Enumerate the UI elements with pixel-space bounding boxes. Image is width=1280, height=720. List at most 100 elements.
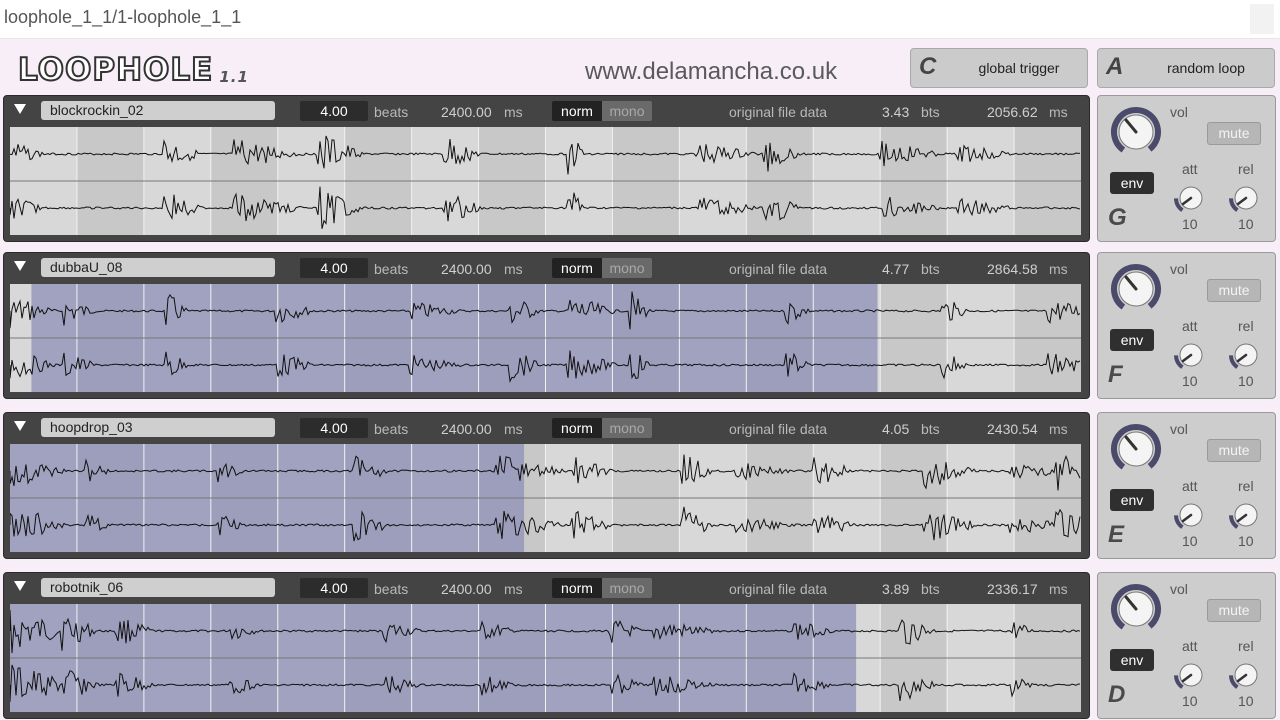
original-ms-value: 2864.58 — [987, 261, 1038, 277]
trigger-key: A — [1106, 53, 1124, 80]
att-value: 10 — [1182, 373, 1198, 389]
track-header: blockrockin_02 4.00 beats 2400.00 ms nor… — [4, 96, 1089, 126]
waveform-display[interactable] — [10, 284, 1081, 392]
vol-label: vol — [1170, 581, 1188, 597]
env-button[interactable]: env — [1110, 649, 1154, 671]
release-knob[interactable] — [1228, 180, 1264, 216]
original-ms-value: 2056.62 — [987, 104, 1038, 120]
release-knob[interactable] — [1228, 497, 1264, 533]
rel-label: rel — [1238, 161, 1254, 177]
window-titlebar: loophole_1_1/1-loophole_1_1 — [0, 0, 1280, 39]
mute-button[interactable]: mute — [1207, 279, 1261, 302]
duration-value: 2400.00 — [441, 104, 492, 120]
rel-value: 10 — [1238, 373, 1254, 389]
volume-knob[interactable] — [1108, 581, 1164, 637]
beats-number-box[interactable]: 4.00 — [300, 578, 368, 598]
att-value: 10 — [1182, 693, 1198, 709]
mono-toggle[interactable]: mono — [602, 418, 652, 438]
waveform-display[interactable] — [10, 127, 1081, 235]
track-controls-1: vol mute env G att rel 10 10 — [1097, 95, 1276, 242]
website-link[interactable]: www.delamancha.co.uk — [585, 58, 837, 86]
norm-toggle[interactable]: norm — [552, 418, 602, 438]
track-controls-4: vol mute env D att rel 10 10 — [1097, 572, 1276, 719]
env-button[interactable]: env — [1110, 329, 1154, 351]
file-menu-triangle-icon[interactable] — [14, 104, 26, 114]
window-control[interactable] — [1250, 4, 1274, 34]
volume-knob[interactable] — [1108, 261, 1164, 317]
original-file-label: original file data — [729, 104, 828, 120]
file-menu-triangle-icon[interactable] — [14, 581, 26, 591]
track-controls-2: vol mute env F att rel 10 10 — [1097, 252, 1276, 399]
att-label: att — [1182, 161, 1198, 177]
rel-value: 10 — [1238, 216, 1254, 232]
mono-toggle[interactable]: mono — [602, 101, 652, 121]
file-menu-triangle-icon[interactable] — [14, 261, 26, 271]
original-ms-value: 2336.17 — [987, 581, 1038, 597]
norm-toggle[interactable]: norm — [552, 258, 602, 278]
sample-name-field[interactable]: blockrockin_02 — [41, 101, 275, 120]
button-label: random loop — [1167, 60, 1245, 76]
att-value: 10 — [1182, 533, 1198, 549]
bts-label: bts — [921, 104, 940, 120]
waveform-svg — [10, 284, 1081, 392]
mono-toggle[interactable]: mono — [602, 578, 652, 598]
trigger-key-label: D — [1108, 681, 1126, 708]
ms-label: ms — [1049, 581, 1068, 597]
track-header: robotnik_06 4.00 beats 2400.00 ms norm m… — [4, 573, 1089, 603]
bts-label: bts — [921, 581, 940, 597]
rel-label: rel — [1238, 638, 1254, 654]
env-button[interactable]: env — [1110, 172, 1154, 194]
release-knob[interactable] — [1228, 337, 1264, 373]
volume-knob[interactable] — [1108, 104, 1164, 160]
sample-name-field[interactable]: robotnik_06 — [41, 578, 275, 597]
track-1: blockrockin_02 4.00 beats 2400.00 ms nor… — [3, 95, 1090, 242]
norm-toggle[interactable]: norm — [552, 101, 602, 121]
beats-number-box[interactable]: 4.00 — [300, 418, 368, 438]
waveform-svg — [10, 604, 1081, 712]
attack-knob[interactable] — [1173, 657, 1209, 693]
rel-value: 10 — [1238, 533, 1254, 549]
duration-value: 2400.00 — [441, 581, 492, 597]
trigger-key-label: G — [1108, 204, 1127, 231]
norm-toggle[interactable]: norm — [552, 578, 602, 598]
rel-value: 10 — [1238, 693, 1254, 709]
sample-name-field[interactable]: hoopdrop_03 — [41, 418, 275, 437]
waveform-display[interactable] — [10, 604, 1081, 712]
app-logo: LOOPHOLE 1.1 — [17, 51, 249, 89]
file-menu-triangle-icon[interactable] — [14, 421, 26, 431]
beats-label: beats — [374, 104, 409, 120]
env-button[interactable]: env — [1110, 489, 1154, 511]
waveform-svg — [10, 127, 1081, 235]
mute-button[interactable]: mute — [1207, 439, 1261, 462]
trigger-key-label: E — [1108, 521, 1125, 548]
volume-knob[interactable] — [1108, 421, 1164, 477]
vol-label: vol — [1170, 104, 1188, 120]
attack-knob[interactable] — [1173, 337, 1209, 373]
duration-value: 2400.00 — [441, 421, 492, 437]
attack-knob[interactable] — [1173, 180, 1209, 216]
ms-label: ms — [1049, 421, 1068, 437]
beats-number-box[interactable]: 4.00 — [300, 258, 368, 278]
release-knob[interactable] — [1228, 657, 1264, 693]
mute-button[interactable]: mute — [1207, 599, 1261, 622]
attack-knob[interactable] — [1173, 497, 1209, 533]
att-value: 10 — [1182, 216, 1198, 232]
global-trigger-button[interactable]: C global trigger — [910, 48, 1088, 88]
window-title: loophole_1_1/1-loophole_1_1 — [4, 7, 242, 27]
duration-value: 2400.00 — [441, 261, 492, 277]
track-header: hoopdrop_03 4.00 beats 2400.00 ms norm m… — [4, 413, 1089, 443]
random-loop-button[interactable]: A random loop — [1097, 48, 1275, 88]
rel-label: rel — [1238, 318, 1254, 334]
beats-number-box[interactable]: 4.00 — [300, 101, 368, 121]
mono-toggle[interactable]: mono — [602, 258, 652, 278]
original-ms-value: 2430.54 — [987, 421, 1038, 437]
sample-name-field[interactable]: dubbaU_08 — [41, 258, 275, 277]
mute-button[interactable]: mute — [1207, 122, 1261, 145]
waveform-display[interactable] — [10, 444, 1081, 552]
ms-label: ms — [504, 581, 523, 597]
original-beats-value: 4.05 — [882, 421, 910, 437]
bts-label: bts — [921, 421, 940, 437]
original-file-label: original file data — [729, 261, 828, 277]
att-label: att — [1182, 638, 1198, 654]
original-file-label: original file data — [729, 421, 828, 437]
